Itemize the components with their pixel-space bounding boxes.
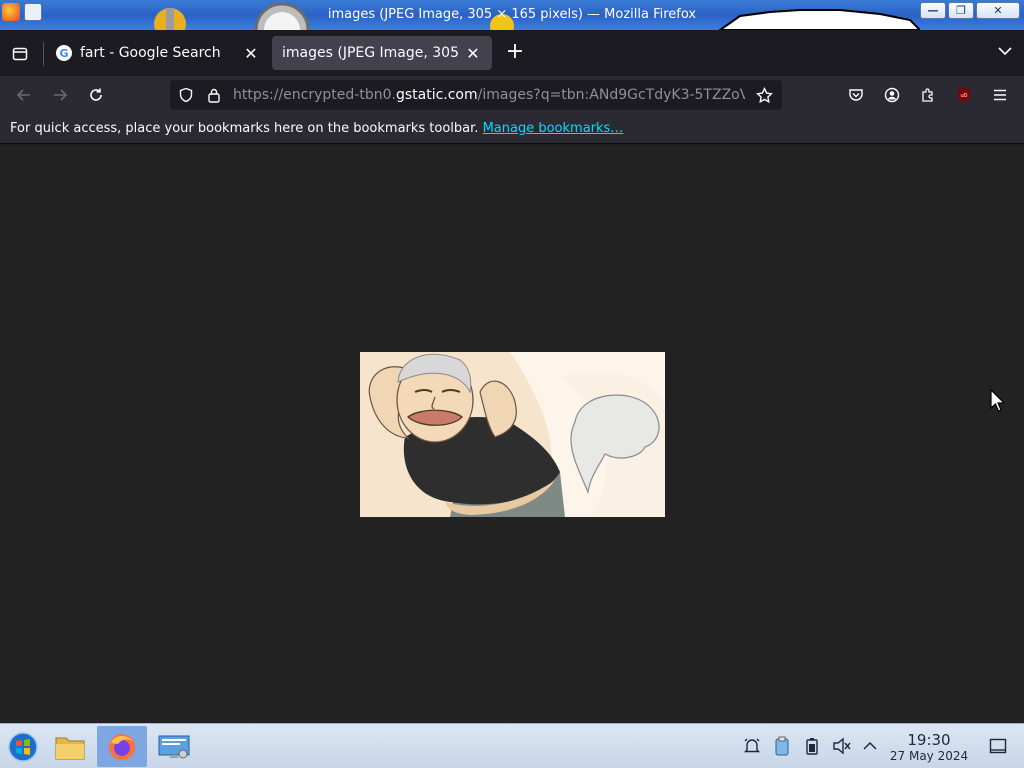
forward-button[interactable] (47, 82, 73, 108)
bookmarks-hint-text: For quick access, place your bookmarks h… (10, 121, 479, 136)
folder-icon (55, 737, 85, 759)
puzzle-icon (922, 88, 933, 102)
ublock-origin-button[interactable]: uD (951, 82, 977, 108)
tray-expand[interactable] (860, 736, 880, 756)
app-menu-button[interactable] (987, 82, 1013, 108)
volume-muted-icon (833, 737, 851, 755)
back-button[interactable] (11, 82, 37, 108)
tray-notifications[interactable] (742, 736, 762, 756)
firefox-icon (109, 733, 135, 760)
battery-icon (806, 738, 818, 755)
site-info-button[interactable] (203, 84, 225, 106)
bookmarks-hint: For quick access, place your bookmarks h… (10, 121, 623, 136)
restore-button[interactable]: ❐ (948, 2, 974, 19)
window-titlebar[interactable]: images (JPEG Image, 305 × 165 pixels) — … (0, 0, 1024, 30)
tab-label: fart - Google Search (80, 45, 221, 61)
new-tab-button[interactable]: + (504, 41, 526, 64)
notifications-icon (743, 738, 761, 753)
show-desktop-icon (989, 738, 1007, 754)
url-text[interactable]: https://encrypted-tbn0.gstatic.com/image… (233, 87, 745, 103)
tray-clipboard[interactable] (772, 736, 792, 756)
bookmarks-toolbar: For quick access, place your bookmarks h… (0, 114, 1024, 144)
clock-time: 19:30 (907, 731, 951, 749)
url-suffix: /images?q=tbn:ANd9GcTdyK3-5TZZoV (477, 87, 745, 103)
reload-button[interactable] (83, 82, 109, 108)
hamburger-menu-icon (994, 89, 1006, 101)
pocket-icon (849, 89, 863, 101)
taskbar-system-settings[interactable] (151, 726, 197, 767)
chevron-down-icon (998, 47, 1012, 56)
taskbar: 19:30 27 May 2024 (0, 723, 1024, 768)
firefox-view-icon (12, 47, 28, 61)
taskbar-file-manager[interactable] (47, 726, 93, 767)
tray-battery[interactable] (802, 736, 822, 756)
tab-images[interactable]: images (JPEG Image, 305 ✕ (272, 36, 492, 70)
taskbar-firefox[interactable] (97, 726, 147, 767)
bookmark-page-button[interactable] (753, 84, 775, 106)
expand-tray-icon (863, 741, 877, 750)
url-domain: gstatic.com (395, 87, 478, 103)
tab-strip: G fart - Google Search ✕ images (JPEG Im… (0, 30, 1024, 76)
tracking-protection-button[interactable] (175, 84, 197, 106)
manage-bookmarks-link[interactable]: Manage bookmarks… (483, 121, 624, 136)
list-all-tabs-button[interactable] (998, 44, 1012, 60)
tab-label: images (JPEG Image, 305 (282, 45, 459, 61)
close-button[interactable]: ✕ (976, 2, 1020, 19)
arrow-right-icon (54, 89, 68, 101)
system-settings-icon (158, 735, 190, 758)
tray-volume[interactable] (832, 736, 852, 756)
ublock-icon: uD (958, 88, 970, 102)
svg-text:uD: uD (960, 93, 967, 99)
cartoon-image (360, 352, 665, 517)
account-icon (884, 87, 900, 103)
arrow-left-icon (16, 89, 30, 101)
reload-icon (90, 88, 102, 101)
url-prefix: https://encrypted-tbn0. (233, 87, 396, 103)
close-tab-icon[interactable]: ✕ (242, 44, 260, 63)
google-icon: G (56, 45, 72, 61)
account-button[interactable] (879, 82, 905, 108)
url-bar[interactable]: https://encrypted-tbn0.gstatic.com/image… (170, 80, 782, 110)
shield-icon (179, 87, 193, 103)
taskbar-clock[interactable]: 19:30 27 May 2024 (886, 731, 972, 763)
star-icon (755, 86, 773, 103)
close-tab-icon[interactable]: ✕ (464, 44, 482, 63)
clock-date: 27 May 2024 (889, 749, 969, 763)
tab-google-search[interactable]: G fart - Google Search ✕ (46, 36, 270, 70)
page-content (0, 145, 1024, 723)
firefox-view-button[interactable] (8, 42, 32, 66)
show-desktop-button[interactable] (988, 736, 1008, 756)
pocket-button[interactable] (843, 82, 869, 108)
start-menu-icon (8, 731, 38, 762)
lock-icon (208, 88, 220, 103)
jpeg-image[interactable] (360, 352, 665, 517)
extensions-button[interactable] (915, 82, 941, 108)
navigation-toolbar: https://encrypted-tbn0.gstatic.com/image… (0, 76, 1024, 114)
mouse-cursor-icon (990, 389, 1006, 412)
clipboard-icon (775, 736, 789, 756)
start-menu-button[interactable] (0, 726, 46, 767)
window-title: images (JPEG Image, 305 × 165 pixels) — … (327, 7, 697, 22)
minimize-button[interactable]: — (920, 2, 946, 19)
